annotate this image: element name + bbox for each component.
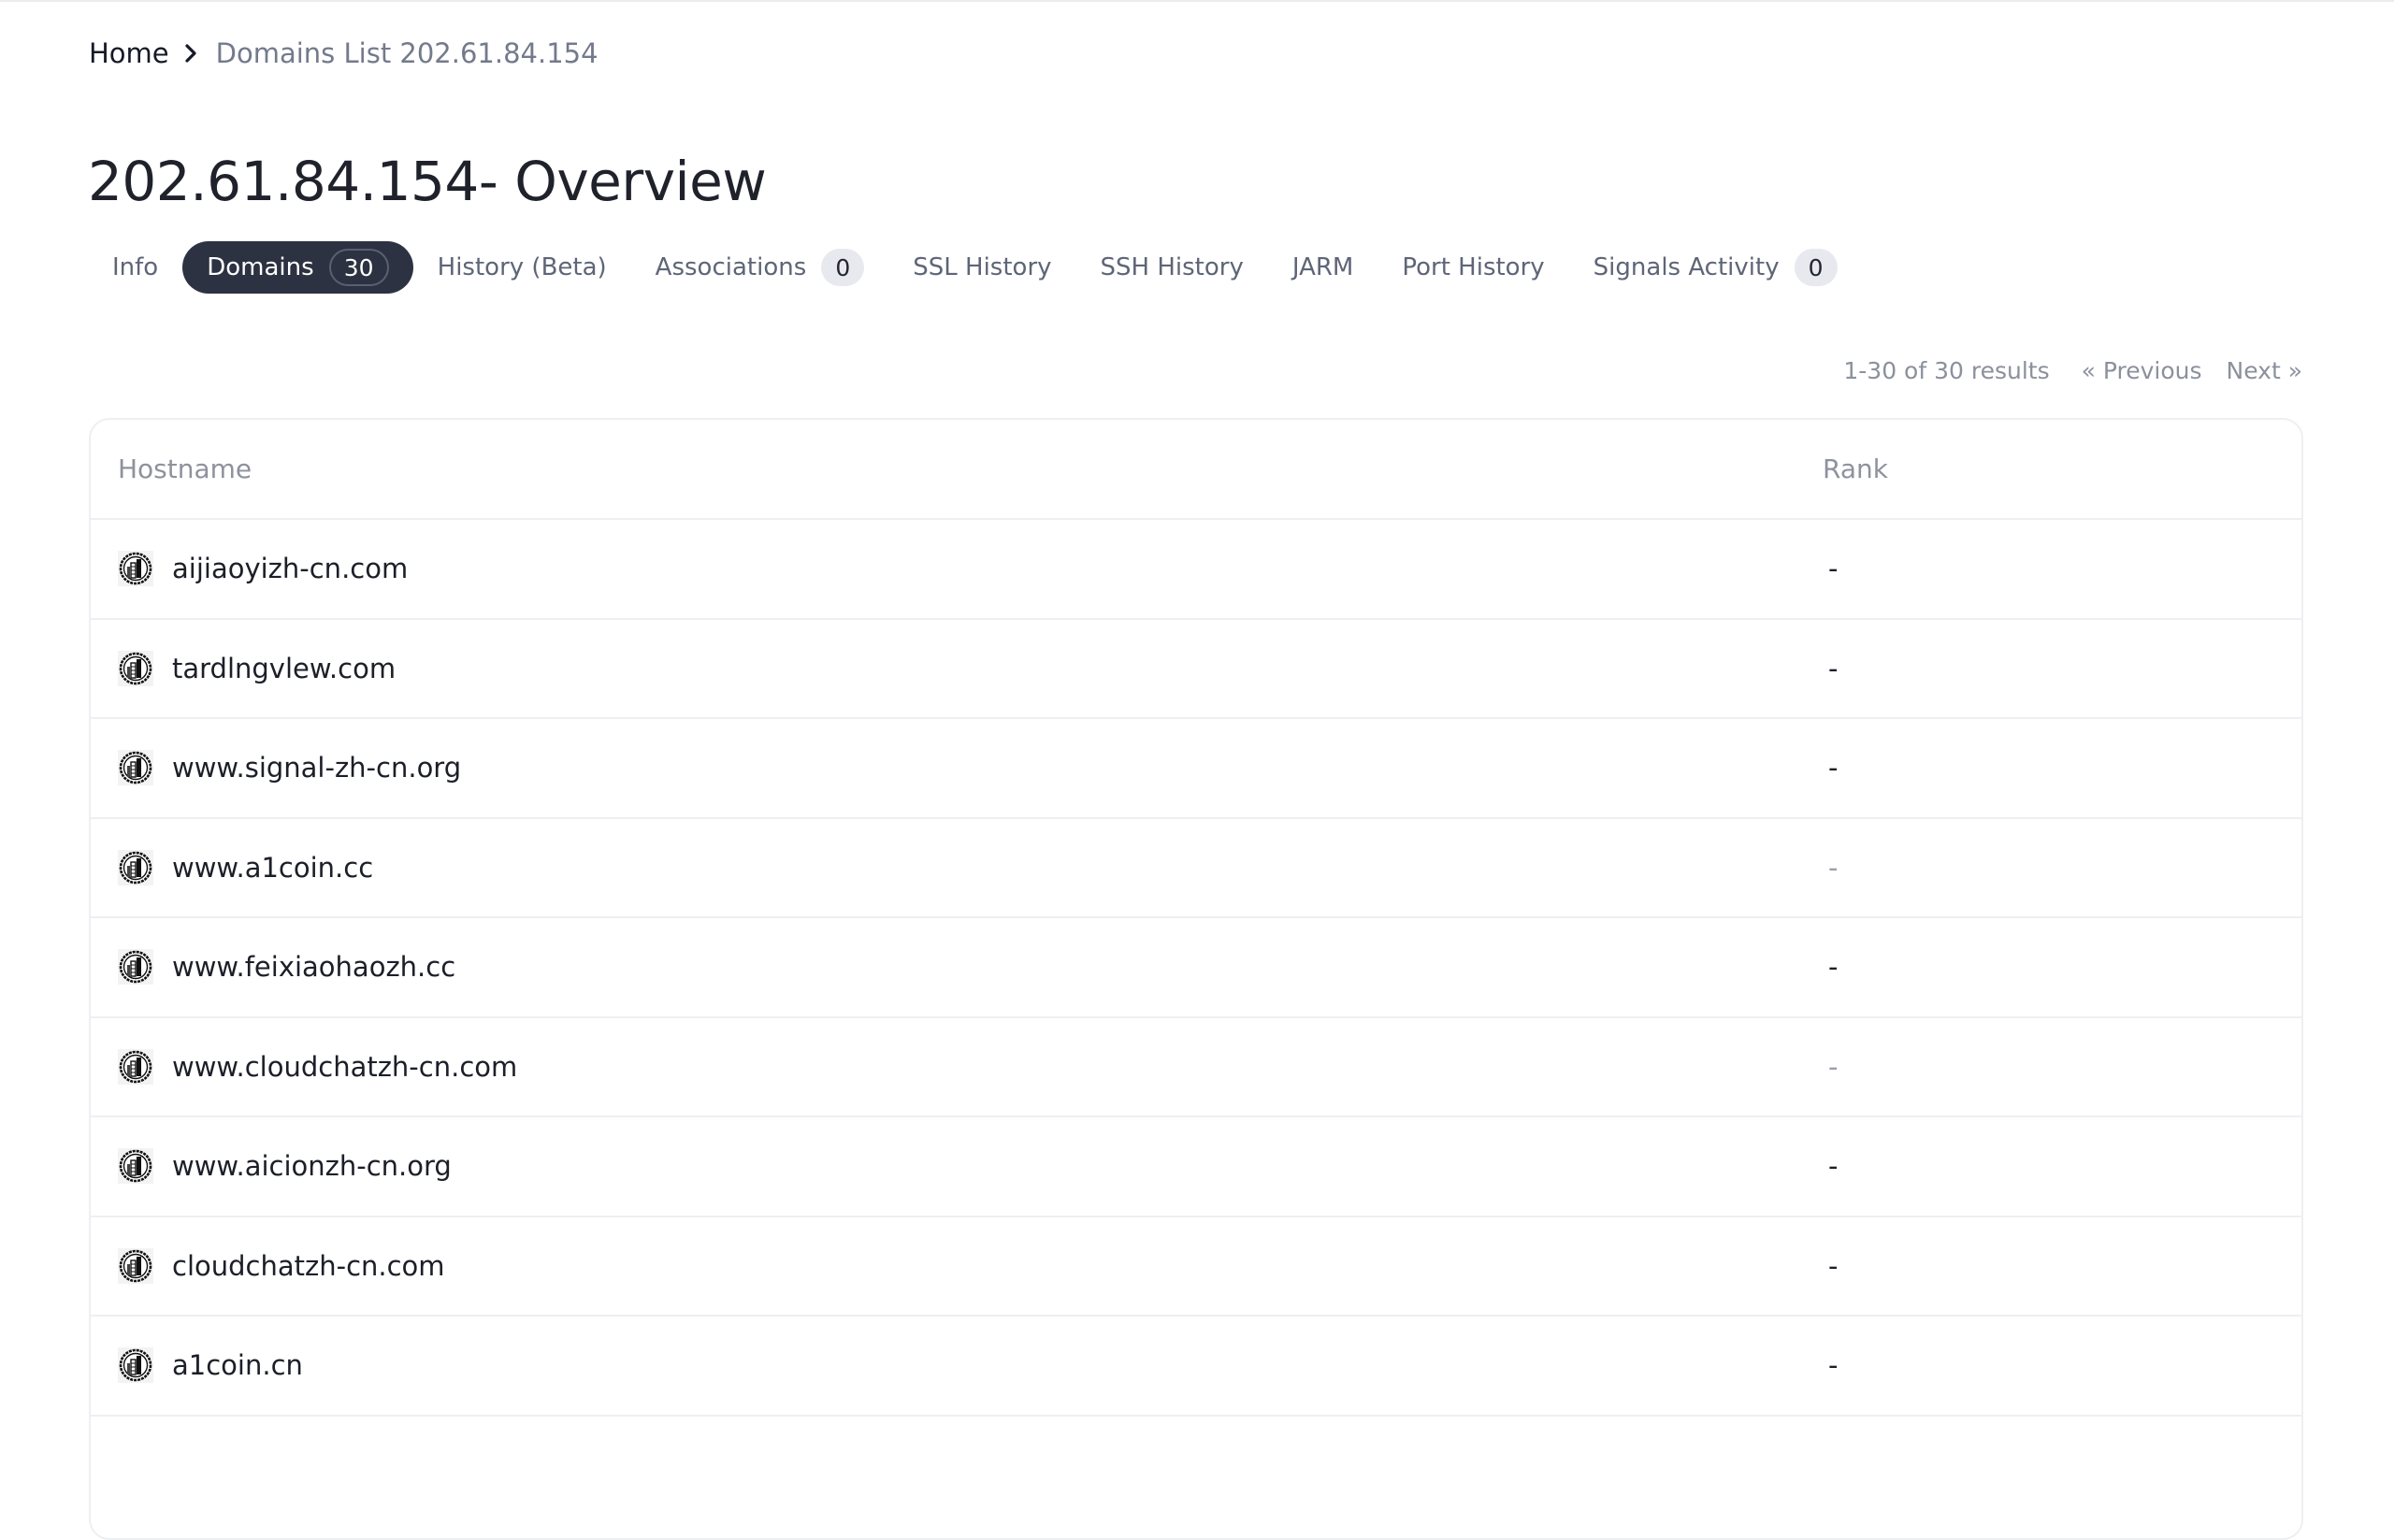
page-title: 202.61.84.154- Overview bbox=[88, 150, 767, 213]
tab-domains[interactable]: Domains 30 bbox=[182, 241, 413, 294]
rank-value: - bbox=[1828, 1150, 1839, 1183]
site-favicon-icon bbox=[118, 650, 153, 686]
hostname-link[interactable]: www.a1coin.cc bbox=[172, 852, 373, 884]
tab-history-beta[interactable]: History (Beta) bbox=[413, 241, 631, 294]
tab-ssh-history[interactable]: SSH History bbox=[1076, 241, 1268, 294]
chevron-right-icon bbox=[184, 43, 197, 64]
tab-ssl-history[interactable]: SSL History bbox=[888, 241, 1075, 294]
rank-value: - bbox=[1828, 652, 1839, 684]
site-favicon-icon bbox=[118, 1148, 153, 1185]
table-row: www.signal-zh-cn.org - bbox=[91, 719, 2301, 819]
site-favicon-icon bbox=[118, 949, 153, 986]
rank-value: - bbox=[1828, 951, 1839, 984]
table-header: Hostname Rank bbox=[91, 420, 2301, 520]
domains-table: Hostname Rank aijiaoyizh-cn.com - tardln… bbox=[89, 418, 2303, 1540]
site-favicon-icon bbox=[118, 849, 153, 885]
site-favicon-icon bbox=[118, 1247, 153, 1284]
breadcrumb-current: Domains List 202.61.84.154 bbox=[215, 37, 598, 69]
tab-jarm[interactable]: JARM bbox=[1268, 241, 1378, 294]
table-row: www.a1coin.cc - bbox=[91, 819, 2301, 918]
tab-port-history[interactable]: Port History bbox=[1377, 241, 1568, 294]
rank-value: - bbox=[1828, 553, 1839, 585]
tab-label: History (Beta) bbox=[437, 253, 607, 281]
hostname-link[interactable]: www.cloudchatzh-cn.com bbox=[172, 1051, 517, 1083]
count-badge: 30 bbox=[328, 249, 389, 286]
tab-label: SSL History bbox=[913, 253, 1052, 281]
site-favicon-icon bbox=[118, 1347, 153, 1384]
site-favicon-icon bbox=[118, 1048, 153, 1085]
table-row: www.cloudchatzh-cn.com - bbox=[91, 1018, 2301, 1117]
site-favicon-icon bbox=[118, 551, 153, 587]
hostname-link[interactable]: cloudchatzh-cn.com bbox=[172, 1250, 445, 1282]
tab-signals-activity[interactable]: Signals Activity 0 bbox=[1569, 241, 1862, 294]
count-badge: 0 bbox=[1794, 249, 1838, 286]
column-header-hostname: Hostname bbox=[118, 453, 252, 484]
rank-value: - bbox=[1828, 851, 1839, 884]
hostname-link[interactable]: aijiaoyizh-cn.com bbox=[172, 553, 408, 584]
tab-label: Associations bbox=[655, 253, 807, 281]
tab-label: SSH History bbox=[1100, 253, 1244, 281]
tab-label: JARM bbox=[1291, 253, 1354, 281]
tab-label: Info bbox=[112, 253, 159, 281]
rank-value: - bbox=[1828, 1249, 1839, 1282]
tab-label: Signals Activity bbox=[1593, 253, 1780, 281]
next-page-link[interactable]: Next » bbox=[2227, 357, 2302, 384]
pagination: 1-30 of 30 results « Previous Next » bbox=[1843, 357, 2302, 384]
breadcrumb: Home Domains List 202.61.84.154 bbox=[89, 37, 598, 69]
tab-info[interactable]: Info bbox=[89, 241, 182, 294]
hostname-link[interactable]: a1coin.cn bbox=[172, 1349, 303, 1381]
count-badge: 0 bbox=[821, 249, 865, 286]
rank-value: - bbox=[1828, 752, 1839, 784]
tab-label: Domains bbox=[207, 253, 314, 281]
table-row: aijiaoyizh-cn.com - bbox=[91, 520, 2301, 620]
results-count: 1-30 of 30 results bbox=[1843, 357, 2050, 384]
hostname-link[interactable]: www.feixiaohaozh.cc bbox=[172, 951, 455, 983]
tab-bar: Info Domains 30 History (Beta) Associati… bbox=[89, 241, 1862, 294]
table-row: www.aicionzh-cn.org - bbox=[91, 1117, 2301, 1217]
site-favicon-icon bbox=[118, 750, 153, 786]
tab-label: Port History bbox=[1402, 253, 1545, 281]
previous-page-link[interactable]: « Previous bbox=[2082, 357, 2202, 384]
hostname-link[interactable]: www.signal-zh-cn.org bbox=[172, 752, 461, 784]
rank-value: - bbox=[1828, 1349, 1839, 1382]
table-row: www.feixiaohaozh.cc - bbox=[91, 918, 2301, 1018]
table-row: cloudchatzh-cn.com - bbox=[91, 1217, 2301, 1317]
table-row: a1coin.cn - bbox=[91, 1317, 2301, 1417]
hostname-link[interactable]: tardlngvlew.com bbox=[172, 653, 396, 684]
breadcrumb-home-link[interactable]: Home bbox=[89, 37, 169, 69]
table-body: aijiaoyizh-cn.com - tardlngvlew.com - ww… bbox=[91, 520, 2301, 1417]
rank-value: - bbox=[1828, 1050, 1839, 1083]
tab-associations[interactable]: Associations 0 bbox=[631, 241, 889, 294]
column-header-rank: Rank bbox=[1823, 453, 1888, 484]
top-divider bbox=[0, 0, 2394, 2]
table-row: tardlngvlew.com - bbox=[91, 620, 2301, 719]
hostname-link[interactable]: www.aicionzh-cn.org bbox=[172, 1150, 452, 1182]
